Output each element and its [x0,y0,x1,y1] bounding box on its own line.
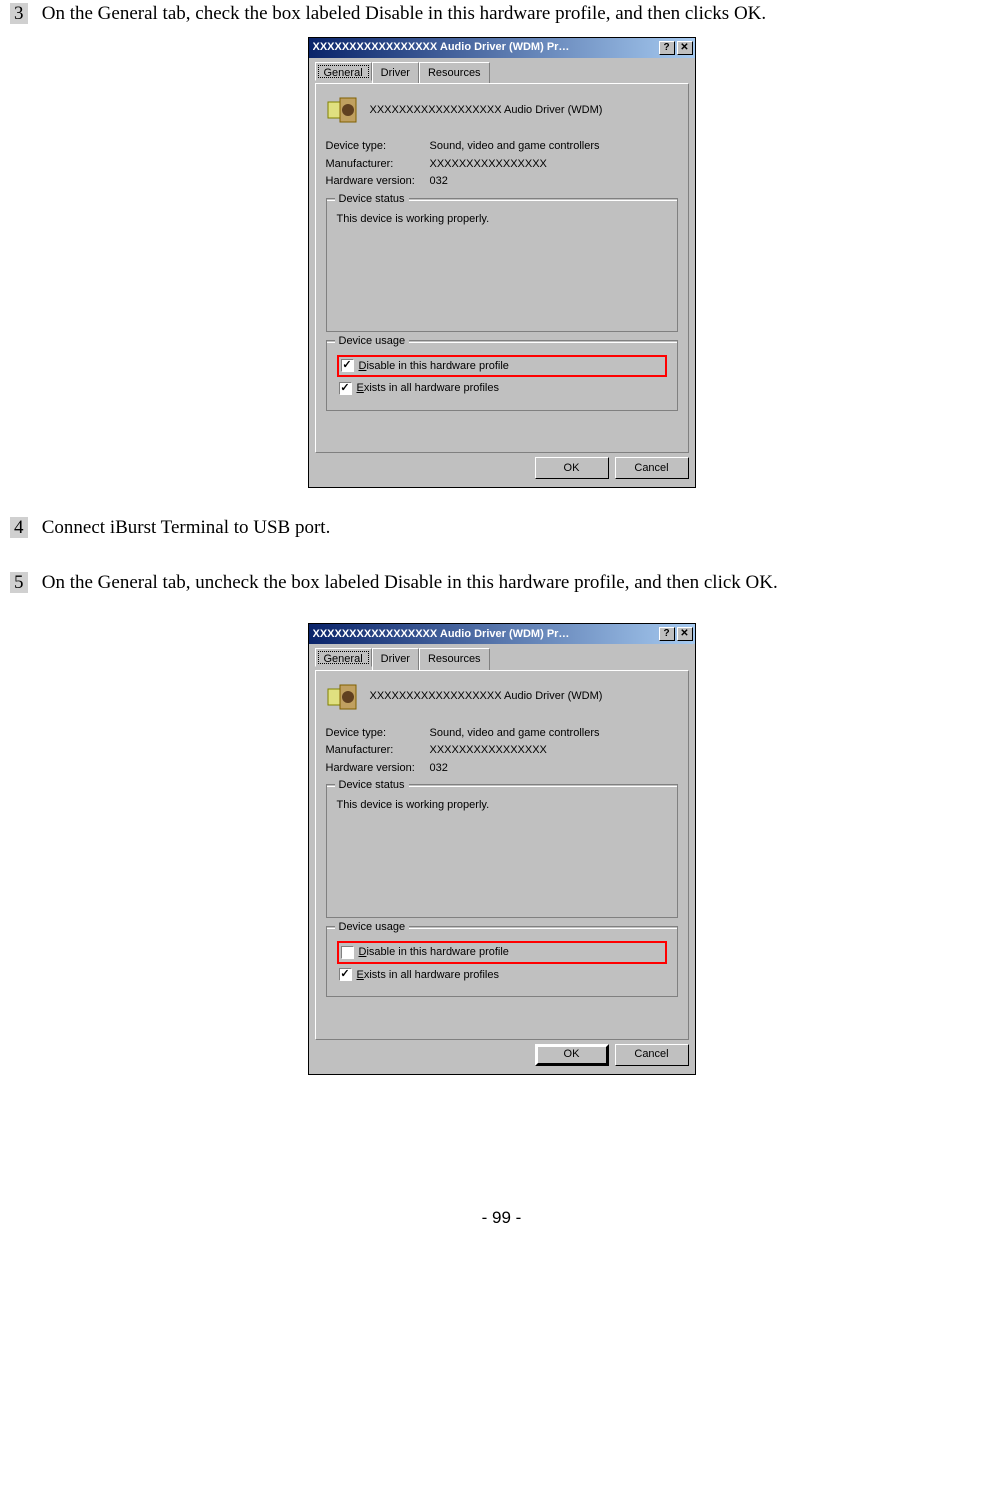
help-button[interactable]: ? [659,627,675,641]
label-device-type: Device type: [326,725,430,742]
step-4: 4 Connect iBurst Terminal to USB port. [10,514,993,543]
device-status-group: Device status This device is working pro… [326,198,678,332]
device-icon [326,681,358,713]
dialog-1-wrap: XXXXXXXXXXXXXXXXX Audio Driver (WDM) Pr…… [10,37,993,489]
step-num-3: 3 [10,3,28,24]
general-panel: XXXXXXXXXXXXXXXXXX Audio Driver (WDM) De… [315,83,689,453]
value-hardware-version: 032 [430,173,448,190]
tab-driver[interactable]: Driver [372,648,419,670]
info-table: Device type:Sound, video and game contro… [326,138,678,190]
disable-label: Disable in this hardware profile [359,944,509,961]
info-table: Device type:Sound, video and game contro… [326,725,678,777]
cancel-button[interactable]: Cancel [615,1044,689,1066]
step-5-text: On the General tab, uncheck the box labe… [42,572,778,593]
ok-button[interactable]: OK [535,1044,609,1066]
value-manufacturer: XXXXXXXXXXXXXXXX [430,156,547,173]
button-row: OK Cancel [309,1044,695,1074]
device-status-text: This device is working properly. [335,207,669,323]
device-status-text: This device is working properly. [335,793,669,909]
device-usage-legend: Device usage [335,919,410,936]
button-row: OK Cancel [309,457,695,487]
device-name: XXXXXXXXXXXXXXXXXX Audio Driver (WDM) [370,102,603,119]
tab-general[interactable]: General [315,62,372,81]
step-5: 5 On the General tab, uncheck the box la… [10,569,993,598]
cancel-button[interactable]: Cancel [615,457,689,479]
step-3-text: On the General tab, check the box labele… [42,3,766,24]
label-hardware-version: Hardware version: [326,760,430,777]
tab-driver[interactable]: Driver [372,62,419,84]
tab-row: General Driver Resources [309,58,695,84]
value-device-type: Sound, video and game controllers [430,138,600,155]
close-button[interactable]: ✕ [677,627,693,641]
exists-checkbox[interactable] [339,382,352,395]
disable-checkbox[interactable] [341,946,354,959]
disable-checkbox[interactable] [341,359,354,372]
page-number: - 99 - [10,1205,993,1231]
disable-checkbox-row[interactable]: Disable in this hardware profile [337,355,667,378]
device-status-legend: Device status [335,777,409,794]
tab-resources[interactable]: Resources [419,648,490,670]
help-button[interactable]: ? [659,41,675,55]
device-icon [326,94,358,126]
label-manufacturer: Manufacturer: [326,156,430,173]
titlebar[interactable]: XXXXXXXXXXXXXXXXX Audio Driver (WDM) Pr…… [309,38,695,58]
label-hardware-version: Hardware version: [326,173,430,190]
step-3: 3 On the General tab, check the box labe… [10,0,993,29]
exists-label: Exists in all hardware profiles [357,380,499,397]
tab-general[interactable]: General [315,648,372,667]
device-status-legend: Device status [335,191,409,208]
general-panel: XXXXXXXXXXXXXXXXXX Audio Driver (WDM) De… [315,670,689,1040]
step-num-4: 4 [10,517,28,538]
value-manufacturer: XXXXXXXXXXXXXXXX [430,742,547,759]
value-hardware-version: 032 [430,760,448,777]
ok-button[interactable]: OK [535,457,609,479]
value-device-type: Sound, video and game controllers [430,725,600,742]
device-usage-legend: Device usage [335,333,410,350]
dialog-2-wrap: XXXXXXXXXXXXXXXXX Audio Driver (WDM) Pr…… [10,623,993,1075]
disable-checkbox-row[interactable]: Disable in this hardware profile [337,941,667,964]
exists-checkbox-row[interactable]: Exists in all hardware profiles [337,379,667,398]
device-name: XXXXXXXXXXXXXXXXXX Audio Driver (WDM) [370,688,603,705]
label-manufacturer: Manufacturer: [326,742,430,759]
properties-dialog-1: XXXXXXXXXXXXXXXXX Audio Driver (WDM) Pr…… [308,37,696,489]
titlebar-text: XXXXXXXXXXXXXXXXX Audio Driver (WDM) Pr… [313,39,659,56]
device-status-group: Device status This device is working pro… [326,784,678,918]
tab-row: General Driver Resources [309,644,695,670]
titlebar-text: XXXXXXXXXXXXXXXXX Audio Driver (WDM) Pr… [313,626,659,643]
tab-resources[interactable]: Resources [419,62,490,84]
titlebar[interactable]: XXXXXXXXXXXXXXXXX Audio Driver (WDM) Pr…… [309,624,695,644]
step-num-5: 5 [10,572,28,593]
exists-label: Exists in all hardware profiles [357,967,499,984]
step-4-text: Connect iBurst Terminal to USB port. [42,517,331,538]
exists-checkbox[interactable] [339,968,352,981]
properties-dialog-2: XXXXXXXXXXXXXXXXX Audio Driver (WDM) Pr…… [308,623,696,1075]
close-button[interactable]: ✕ [677,41,693,55]
device-usage-group: Device usage Disable in this hardware pr… [326,340,678,411]
exists-checkbox-row[interactable]: Exists in all hardware profiles [337,966,667,985]
label-device-type: Device type: [326,138,430,155]
device-usage-group: Device usage Disable in this hardware pr… [326,926,678,997]
disable-label: Disable in this hardware profile [359,358,509,375]
